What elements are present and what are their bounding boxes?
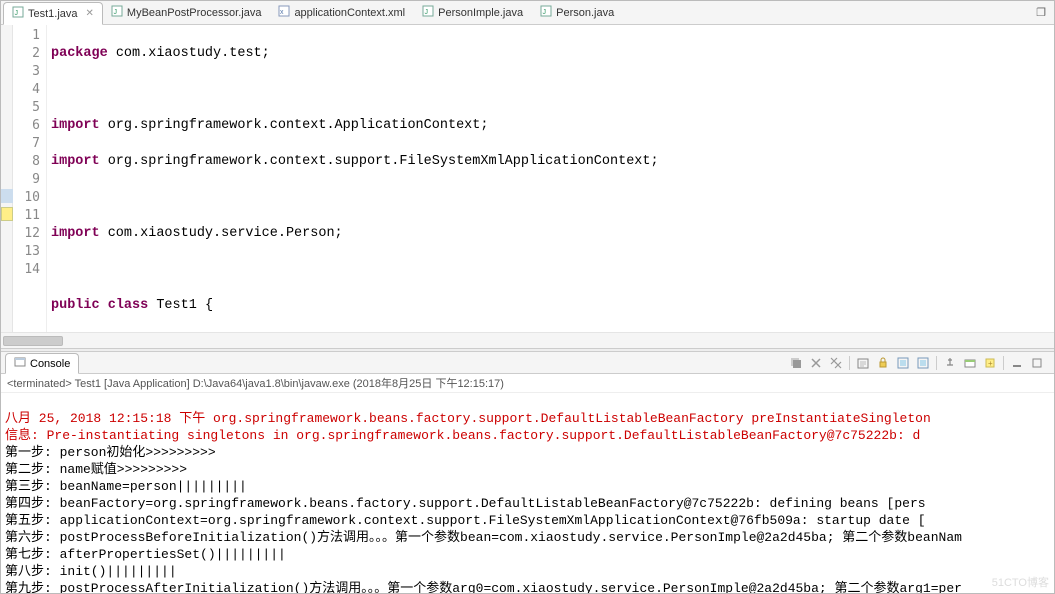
show-on-error-icon[interactable] [914,354,932,372]
clear-console-icon[interactable] [854,354,872,372]
code-area[interactable]: package com.xiaostudy.test; import org.s… [47,25,1054,332]
console-header: Console + [1,352,1054,374]
console-line: 第五步: applicationContext=org.springframew… [5,512,1050,529]
tab-label: Test1.java [28,8,78,20]
java-file-icon: J [12,6,24,21]
console-line: 八月 25, 2018 12:15:18 下午 org.springframew… [5,410,1050,427]
svg-text:J: J [15,10,19,17]
svg-text:J: J [113,9,117,16]
console-line: 第七步: afterPropertiesSet()||||||||| [5,546,1050,563]
console-tab[interactable]: Console [5,353,79,374]
console-line: 第六步: postProcessBeforeInitialization()方法… [5,529,1050,546]
console-line: 第八步: init()||||||||| [5,563,1050,580]
scrollbar-thumb[interactable] [3,336,63,346]
editor-ruler [1,25,13,332]
pin-console-icon[interactable] [941,354,959,372]
svg-text:J: J [543,9,547,16]
svg-text:J: J [425,9,429,16]
line-number: 9 [13,171,40,189]
line-number-gutter: 1 2 3 4 5 6 7 8 9 10 11 12 13 14 [13,25,47,332]
terminate-all-icon[interactable] [787,354,805,372]
java-file-icon: J [540,5,552,20]
close-icon[interactable]: ✕ [86,8,94,19]
tab-applicationcontext-xml[interactable]: x applicationContext.xml [270,2,414,23]
console-line: 第三步: beanName=person||||||||| [5,478,1050,495]
warning-mark-icon [1,207,13,221]
show-on-output-icon[interactable] [894,354,912,372]
line-number: 3 [13,63,40,81]
line-number: 4 [13,81,40,99]
console-icon [14,356,26,371]
console-line: 第一步: person初始化>>>>>>>>> [5,444,1050,461]
svg-text:+: + [988,359,993,368]
line-number: 10 [13,189,40,207]
console-line: 第二步: name赋值>>>>>>>>> [5,461,1050,478]
remove-all-icon[interactable] [827,354,845,372]
tab-label: Person.java [556,7,614,19]
console-output[interactable]: 八月 25, 2018 12:15:18 下午 org.springframew… [1,393,1054,593]
line-number: 14 [13,261,40,279]
console-line: 第四步: beanFactory=org.springframework.bea… [5,495,1050,512]
line-number: 11 [13,207,40,225]
console-status: <terminated> Test1 [Java Application] D:… [1,374,1054,393]
console-line: 信息: Pre-instantiating singletons in org.… [5,427,1050,444]
tab-label: PersonImple.java [438,7,523,19]
tab-person[interactable]: J Person.java [532,2,623,23]
line-number: 13 [13,243,40,261]
minimize-icon[interactable] [1008,354,1026,372]
tab-label: applicationContext.xml [294,7,405,19]
remove-launch-icon[interactable] [807,354,825,372]
maximize-icon[interactable] [1028,354,1046,372]
console-tab-label: Console [30,358,70,370]
code-editor[interactable]: 1 2 3 4 5 6 7 8 9 10 11 12 13 14 package… [1,25,1054,332]
line-number: 1 [13,27,40,45]
editor-tabs: J Test1.java ✕ J MyBeanPostProcessor.jav… [1,1,1054,25]
line-number: 5 [13,99,40,117]
fold-mark-icon [1,189,13,203]
xml-file-icon: x [278,5,290,20]
tab-test1[interactable]: J Test1.java ✕ [3,2,103,25]
line-number: 6 [13,117,40,135]
tab-mybeanpostprocessor[interactable]: J MyBeanPostProcessor.java [103,2,271,23]
java-file-icon: J [111,5,123,20]
scroll-lock-icon[interactable] [874,354,892,372]
display-selected-icon[interactable] [961,354,979,372]
tab-label: MyBeanPostProcessor.java [127,7,262,19]
console-line: 第九步: postProcessAfterInitialization()方法调… [5,580,1050,593]
java-file-icon: J [422,5,434,20]
svg-text:x: x [280,9,284,16]
open-console-icon[interactable]: + [981,354,999,372]
line-number: 8 [13,153,40,171]
restore-icon[interactable]: ❐ [1028,4,1054,21]
tab-personimple[interactable]: J PersonImple.java [414,2,532,23]
line-number: 7 [13,135,40,153]
line-number: 2 [13,45,40,63]
console-toolbar: + [787,354,1050,372]
line-number: 12 [13,225,40,243]
editor-hscrollbar[interactable] [1,332,1054,348]
